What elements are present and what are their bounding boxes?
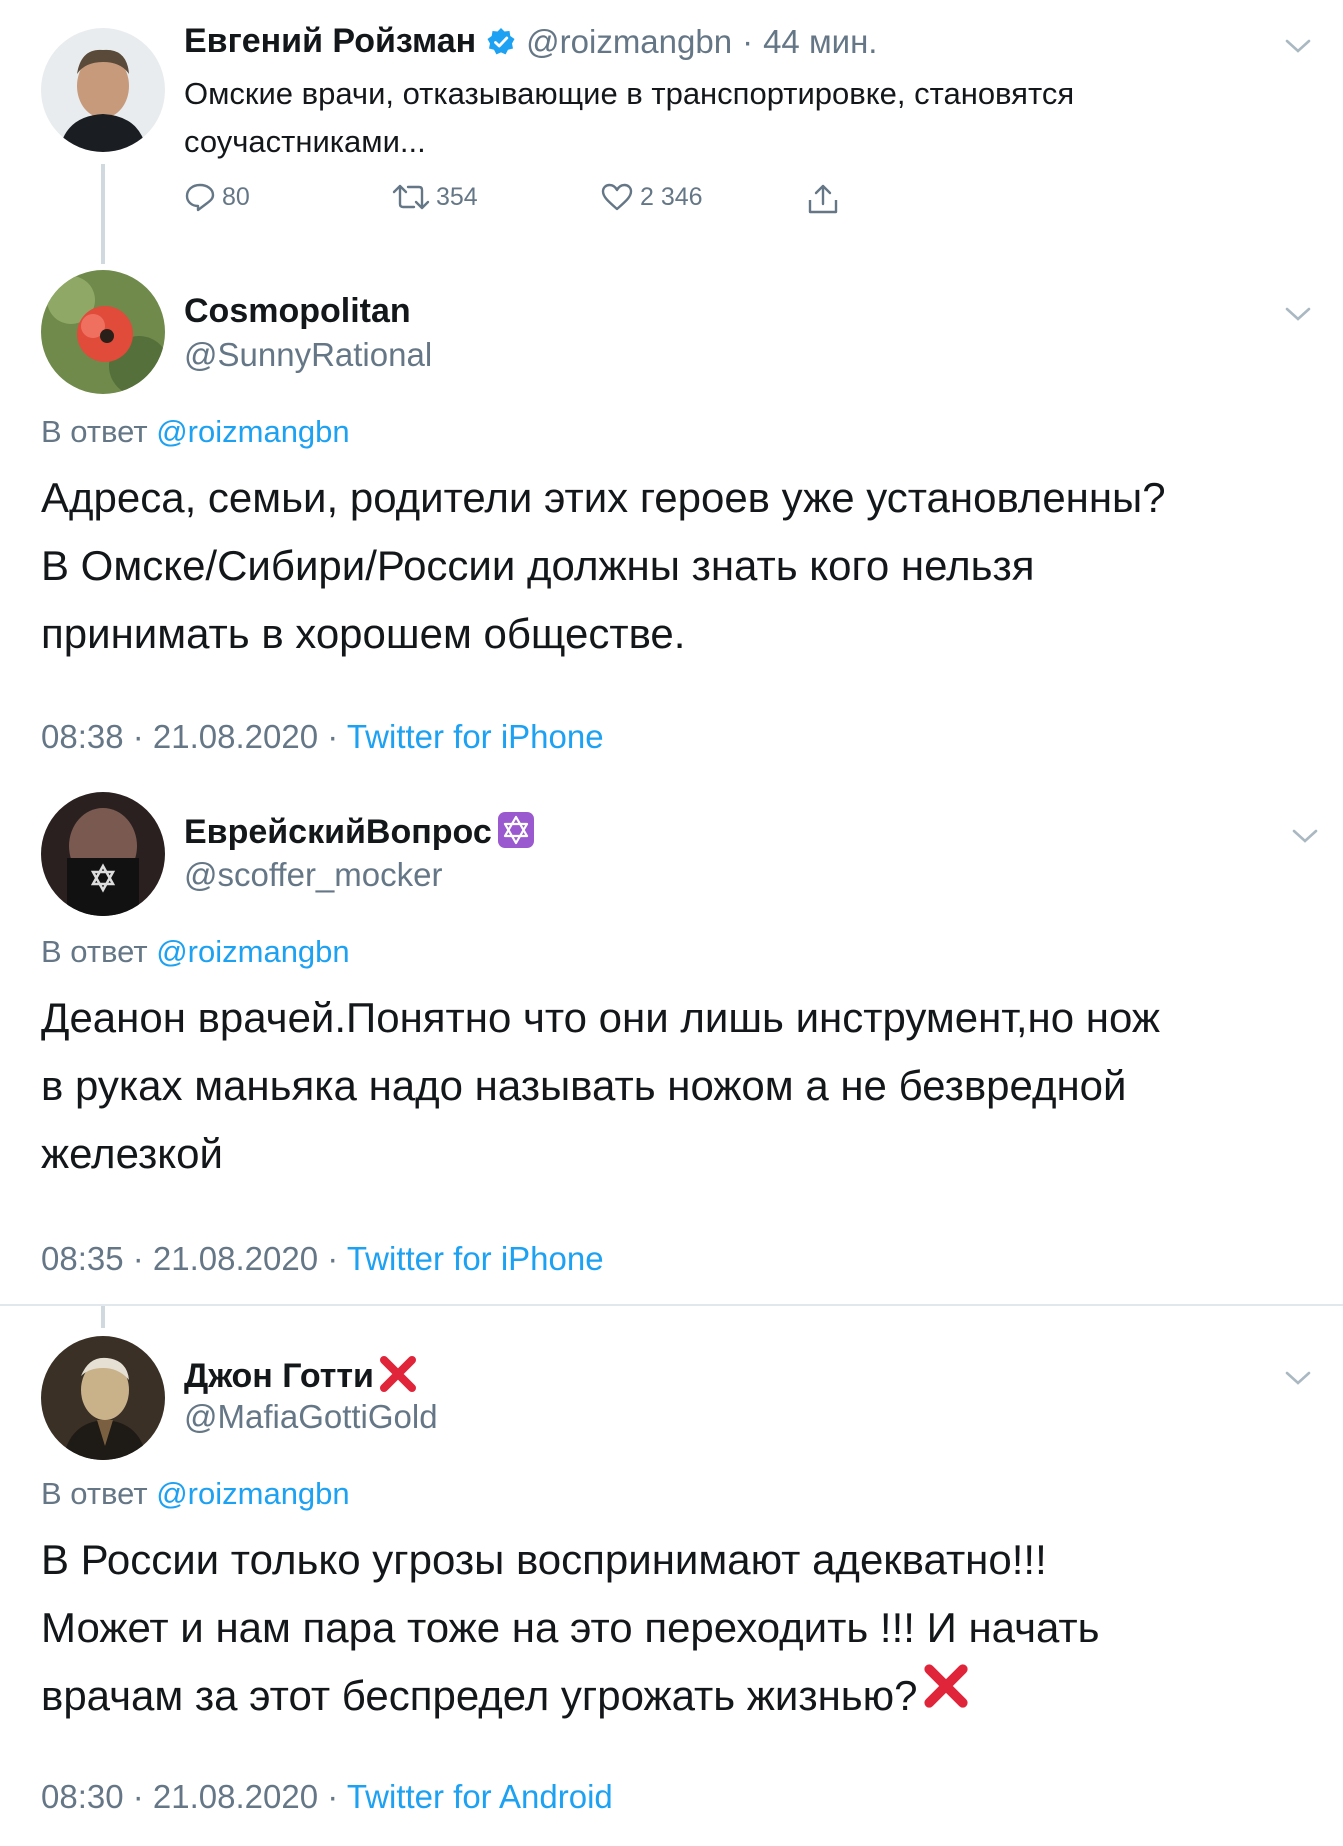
share-button[interactable] <box>806 182 840 216</box>
chevron-down-icon[interactable] <box>1283 304 1313 324</box>
source-link[interactable]: Twitter for Android <box>347 1778 613 1815</box>
tweet-text-line: Адреса, семьи, родители этих героев уже … <box>41 474 1166 521</box>
reply-to-link[interactable]: @roizmangbn <box>156 1476 349 1511</box>
tweet-text-line: соучастниками... <box>184 124 426 159</box>
cross-mark-emoji <box>378 1354 418 1399</box>
reply-prefix: В ответ <box>41 934 148 969</box>
thread-connector <box>101 1306 105 1328</box>
avatar[interactable] <box>41 1336 165 1460</box>
tweet-text-line: В Омске/Сибири/России должны знать кого … <box>41 542 1035 589</box>
author-handle[interactable]: @roizmangbn <box>526 23 732 61</box>
reply-count: 80 <box>222 182 250 211</box>
avatar[interactable] <box>41 270 165 394</box>
share-icon <box>808 184 838 214</box>
tweet-text-line: железкой <box>41 1130 223 1177</box>
avatar[interactable] <box>41 792 165 916</box>
cross-mark-emoji <box>922 1662 970 1730</box>
source-link[interactable]: Twitter for iPhone <box>347 1240 604 1277</box>
timestamp: 08:30 · 21.08.2020 · <box>41 1778 339 1815</box>
like-button[interactable]: 2 346 <box>600 182 703 212</box>
tweet-text: Деанон врачей.Понятно что они лишь инстр… <box>41 984 1321 1188</box>
author-name[interactable]: ЕврейскийВопрос <box>184 813 492 852</box>
timestamp: 08:38 · 21.08.2020 · <box>41 718 339 755</box>
reply-prefix: В ответ <box>41 1476 148 1511</box>
tweet-divider <box>0 1304 1343 1306</box>
reply-context: В ответ @roizmangbn <box>41 1476 350 1512</box>
tweet-text: В России только угрозы воспринимают адек… <box>41 1526 1321 1730</box>
author-name[interactable]: Евгений Ройзман <box>184 22 476 61</box>
tweet-text-line: врачам за этот беспредел угрожать жизнью… <box>41 1672 918 1719</box>
time-separator: · <box>742 22 754 60</box>
reply-button[interactable]: 80 <box>184 182 250 212</box>
reply-to-link[interactable]: @roizmangbn <box>156 934 349 969</box>
chevron-down-icon[interactable] <box>1290 826 1320 846</box>
reply-prefix: В ответ <box>41 414 148 449</box>
reply-to-link[interactable]: @roizmangbn <box>156 414 349 449</box>
tweet-text: Адреса, семьи, родители этих героев уже … <box>41 464 1321 668</box>
tweet-time: 44 мин. <box>763 22 878 60</box>
avatar[interactable] <box>41 28 165 152</box>
tweet-text-line: В России только угрозы воспринимают адек… <box>41 1536 1047 1583</box>
reply-context: В ответ @roizmangbn <box>41 414 350 450</box>
retweet-button[interactable]: 354 <box>392 182 478 212</box>
tweet-text-line: Деанон врачей.Понятно что они лишь инстр… <box>41 994 1160 1041</box>
author-handle[interactable]: @SunnyRational <box>184 336 432 374</box>
chevron-down-icon[interactable] <box>1283 36 1313 56</box>
chevron-down-icon[interactable] <box>1283 1368 1313 1388</box>
star-of-david-emoji <box>496 810 536 855</box>
tweet-meta: 08:38 · 21.08.2020 · Twitter for iPhone <box>41 718 604 756</box>
verified-badge-icon <box>486 27 516 57</box>
tweet-text-line: в руках маньяка надо называть ножом а не… <box>41 1062 1127 1109</box>
retweet-icon <box>392 184 430 210</box>
tweet-text-line: Может и нам пара тоже на это переходить … <box>41 1604 1100 1651</box>
reply-context: В ответ @roizmangbn <box>41 934 350 970</box>
like-count: 2 346 <box>640 182 703 211</box>
tweet-meta: 08:35 · 21.08.2020 · Twitter for iPhone <box>41 1240 604 1278</box>
author-handle[interactable]: @MafiaGottiGold <box>184 1398 438 1436</box>
author-name[interactable]: Джон Готти <box>184 1357 374 1396</box>
thread-connector <box>101 164 105 264</box>
tweet-text-line: принимать в хорошем обществе. <box>41 610 686 657</box>
author-handle[interactable]: @scoffer_mocker <box>184 856 442 894</box>
source-link[interactable]: Twitter for iPhone <box>347 718 604 755</box>
author-name[interactable]: Cosmopolitan <box>184 292 411 331</box>
tweet-meta: 08:30 · 21.08.2020 · Twitter for Android <box>41 1778 613 1816</box>
retweet-count: 354 <box>436 182 478 211</box>
reply-icon <box>185 183 215 212</box>
like-icon <box>601 183 633 211</box>
timestamp: 08:35 · 21.08.2020 · <box>41 1240 339 1277</box>
tweet-text-line: Омские врачи, отказывающие в транспортир… <box>184 76 1075 111</box>
tweet-text: Омские врачи, отказывающие в транспортир… <box>184 70 1284 166</box>
